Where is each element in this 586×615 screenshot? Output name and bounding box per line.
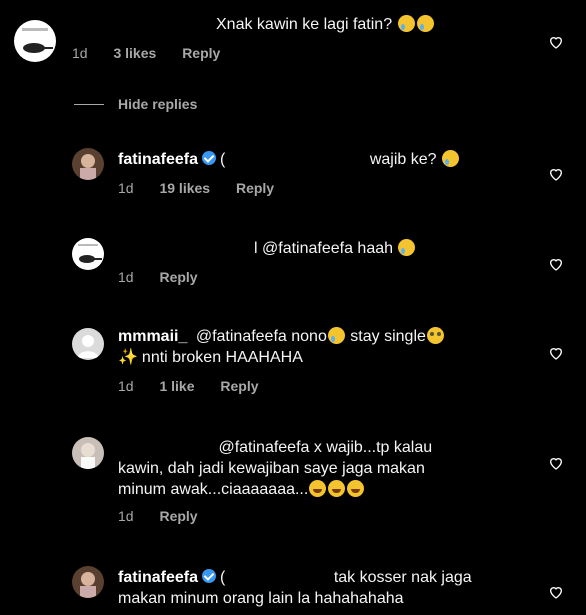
comment-text: fatinafeefa( wajib ke? <box>118 148 460 170</box>
timestamp: 1d <box>118 378 134 394</box>
heart-icon[interactable] <box>548 584 564 600</box>
reply-button[interactable]: Reply <box>159 269 197 285</box>
redacted-text <box>225 566 330 582</box>
username[interactable]: fatinafeefa <box>118 569 198 586</box>
pleading-face-icon <box>426 327 444 344</box>
verified-badge-icon <box>202 151 217 165</box>
username[interactable]: fatinafeefa <box>118 151 198 168</box>
reply-button[interactable]: Reply <box>182 45 220 61</box>
timestamp: 1d <box>72 45 88 61</box>
avatar[interactable] <box>72 148 104 180</box>
profile-photo-icon <box>80 572 96 598</box>
comment-text: @fatinafeefa x wajib...tp kalau kawin, d… <box>118 436 432 500</box>
timestamp: 1d <box>118 269 134 285</box>
reply-button[interactable]: Reply <box>220 378 258 394</box>
divider <box>74 103 104 105</box>
likes-count[interactable]: 19 likes <box>159 180 210 196</box>
pan-avatar-icon <box>22 28 53 53</box>
avatar[interactable] <box>72 437 104 469</box>
laughing-face-icon <box>328 480 346 497</box>
verified-badge-icon <box>202 569 217 583</box>
crying-face-icon <box>441 150 459 167</box>
comment-meta: 1d 1 like Reply <box>118 378 281 394</box>
laughing-face-icon <box>347 480 365 497</box>
comment-text: Xnak kawin ke lagi fatin? <box>216 14 435 35</box>
heart-icon[interactable] <box>548 166 564 182</box>
comment-meta: 1d Reply <box>118 508 220 524</box>
timestamp: 1d <box>118 508 134 524</box>
crying-face-icon <box>398 239 416 256</box>
comment-meta: 1d 19 likes Reply <box>118 180 296 196</box>
comment-text: fatinafeefa( tak kosser nak jaga makan m… <box>118 566 472 609</box>
heart-icon[interactable] <box>548 455 564 471</box>
avatar[interactable] <box>14 20 56 62</box>
sparkles-icon: ✨ <box>118 349 138 366</box>
redacted-text <box>225 148 366 164</box>
crying-face-icon <box>416 15 434 32</box>
hide-replies-label: Hide replies <box>118 96 198 112</box>
comment-text: mmmaii_ @fatinafeefa nono stay single ✨ n… <box>118 326 445 368</box>
reply-button[interactable]: Reply <box>159 508 197 524</box>
heart-icon[interactable] <box>548 345 564 361</box>
likes-count[interactable]: 1 like <box>159 378 194 394</box>
comment-meta: 1d 3 likes Reply <box>72 45 242 61</box>
laughing-face-icon <box>309 480 327 497</box>
profile-photo-icon <box>80 154 96 180</box>
crying-face-icon <box>327 327 345 344</box>
comment-meta: 1d Reply <box>118 269 220 285</box>
likes-count[interactable]: 3 likes <box>113 45 156 61</box>
pan-avatar-icon <box>78 244 102 263</box>
heart-icon[interactable] <box>548 256 564 272</box>
username[interactable]: mmmaii_ <box>118 328 187 345</box>
redacted-text <box>118 436 214 452</box>
reply-button[interactable]: Reply <box>236 180 274 196</box>
heart-icon[interactable] <box>548 34 564 50</box>
comment-text: l @fatinafeefa haah <box>254 238 416 259</box>
avatar[interactable] <box>72 238 104 270</box>
timestamp: 1d <box>118 180 134 196</box>
avatar[interactable] <box>72 566 104 598</box>
hide-replies-button[interactable]: Hide replies <box>74 96 197 112</box>
crying-face-icon <box>397 15 415 32</box>
default-avatar-icon <box>77 335 99 358</box>
profile-photo-icon <box>81 443 95 469</box>
avatar[interactable] <box>72 328 104 360</box>
